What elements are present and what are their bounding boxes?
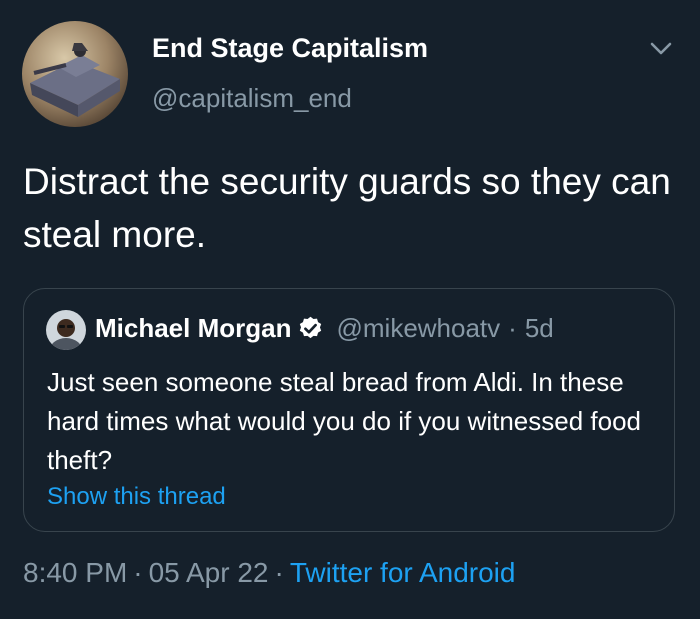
- author-name[interactable]: End Stage Capitalism: [152, 33, 428, 64]
- tweet-date[interactable]: 05 Apr 22: [149, 557, 269, 588]
- separator-dot: ·: [508, 313, 517, 343]
- chevron-down-icon[interactable]: [648, 38, 674, 60]
- quoted-author-name[interactable]: Michael Morgan: [95, 313, 291, 344]
- tweet-source-link[interactable]: Twitter for Android: [290, 557, 516, 588]
- separator-dot: ·: [274, 557, 284, 588]
- verified-badge-icon: [297, 315, 324, 342]
- show-thread-link[interactable]: Show this thread: [47, 483, 226, 511]
- quoted-timestamp[interactable]: 5d: [525, 313, 554, 344]
- tweet-text: Distract the security guards so they can…: [23, 161, 671, 255]
- quoted-author-avatar[interactable]: [46, 310, 86, 350]
- separator-dot: ·: [133, 557, 143, 588]
- tweet-footer: 8:40 PM · 05 Apr 22 · Twitter for Android: [23, 557, 515, 589]
- tweet-time[interactable]: 8:40 PM: [23, 557, 127, 588]
- quoted-text: Just seen someone steal bread from Aldi.…: [47, 367, 642, 475]
- author-avatar[interactable]: [22, 21, 128, 127]
- quoted-tweet[interactable]: Michael Morgan @mikewhoatv · 5d Just see…: [23, 288, 675, 532]
- author-handle[interactable]: @capitalism_end: [152, 83, 352, 114]
- quoted-header: Michael Morgan @mikewhoatv · 5d: [95, 313, 554, 344]
- quoted-author-handle[interactable]: @mikewhoatv: [336, 313, 500, 344]
- tweet: End Stage Capitalism @capitalism_end Dis…: [0, 0, 700, 619]
